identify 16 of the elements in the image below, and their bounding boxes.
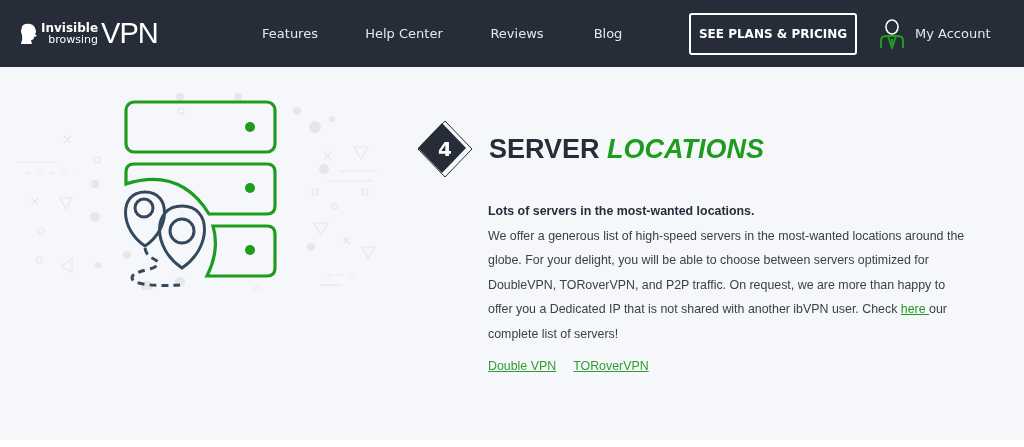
user-icon — [879, 18, 905, 49]
nav-link[interactable]: Blog — [571, 26, 645, 41]
nav-link[interactable]: Features — [235, 26, 345, 41]
account-link[interactable]: My Account — [879, 18, 991, 49]
step-badge — [415, 119, 475, 179]
plans-pricing-button[interactable]: SEE PLANS & PRICING — [689, 12, 857, 55]
lead-text: Lots of servers in the most-wanted locations. — [488, 203, 756, 220]
logo-wordmark: VPN — [101, 17, 158, 50]
logo-subtext: browsing — [48, 33, 99, 46]
silhouette-icon — [20, 22, 38, 45]
logo-text: Invisible — [41, 21, 99, 34]
section-title: SERVER LOCATIONS — [489, 133, 765, 165]
step-number: 4 — [438, 137, 452, 161]
description-text: We offer a generous list of high-speed servers in the most-wanted locations around the globe. For your delight, you will be able to choose between servers optimized for DoubleVPN, TORoverVPN, and P2P traffic. On request, we are more than happy to offer you a Dedicated IP that is not shared with another ibVPN user. Check here our complete list of servers! — [488, 227, 966, 343]
nav-link[interactable]: Reviews — [463, 26, 571, 41]
nav-link[interactable]: Help Center — [345, 26, 463, 41]
